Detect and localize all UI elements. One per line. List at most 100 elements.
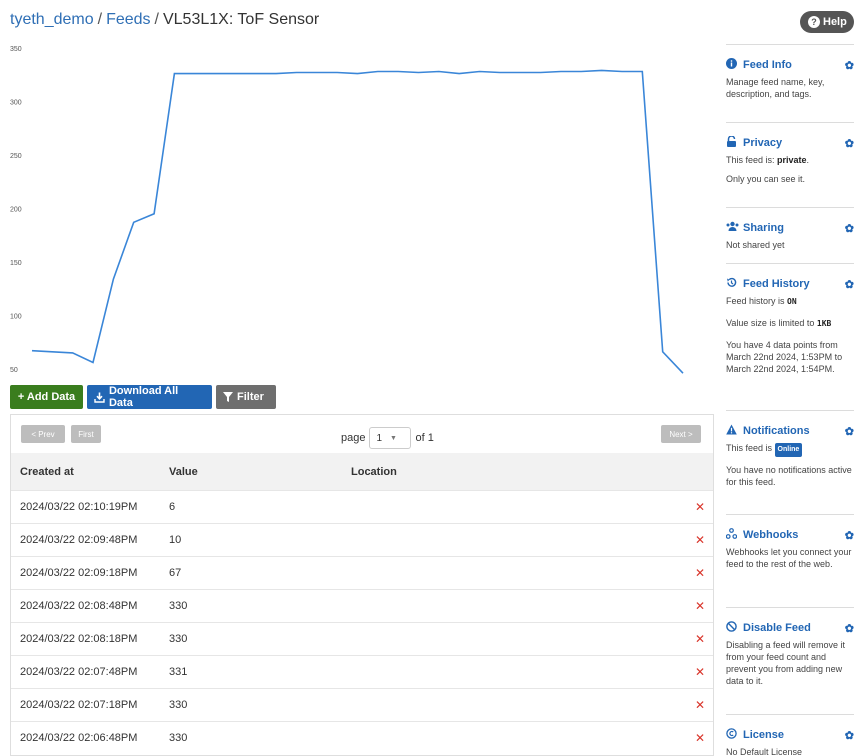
cell-created: 2024/03/22 02:08:48PM [20,600,138,612]
delete-row-icon[interactable]: ✕ [695,533,705,547]
sharing-text: Not shared yet [726,240,785,250]
header-value: Value [169,465,198,478]
data-table: < Prev First page 1 ▼ of 1 Next > Create… [10,414,714,756]
cell-value: 330 [169,732,188,744]
sharing-header: Sharing ✿ [726,221,854,235]
notifications-header: Notifications ✿ [726,424,854,438]
feed-info-section: Feed Info ✿ Manage feed name, key, descr… [726,44,854,100]
series-line [31,69,684,374]
history-points-text: You have 4 data points from March 22nd 2… [726,340,843,374]
download-all-button[interactable]: Download All Data [87,385,212,409]
table-row: 2024/03/22 02:08:48PM 330 ✕ [11,589,713,622]
webhook-icon [725,528,738,542]
table-header: Created at Value Location [11,453,713,490]
cell-created: 2024/03/22 02:09:48PM [20,534,138,546]
license-text: No Default License [726,747,803,756]
table-row: 2024/03/22 02:09:18PM 67 ✕ [11,556,713,589]
unlock-icon [726,135,738,150]
gear-icon[interactable]: ✿ [845,278,854,291]
table-row: 2024/03/22 02:07:18PM 330 ✕ [11,688,713,721]
cell-value: 6 [169,501,176,513]
delete-row-icon[interactable]: ✕ [695,698,705,712]
feed-history-header: Feed History ✿ [726,277,854,291]
privacy-header: Privacy ✿ [726,135,854,150]
delete-row-icon[interactable]: ✕ [695,566,705,580]
y-tick-label: 350 [10,46,22,53]
notifications-prefix: This feed is [726,443,775,453]
header-location: Location [351,465,397,478]
add-data-label: + Add Data [17,391,76,403]
webhooks-section: Webhooks ✿ Webhooks let you connect your… [725,514,854,570]
notifications-section: Notifications ✿ This feed is Online You … [726,410,854,488]
y-tick-label: 50 [10,367,18,374]
delete-row-icon[interactable]: ✕ [695,665,705,679]
filter-label: Filter [237,391,264,403]
disable-feed-section: Disable Feed ✿ Disabling a feed will rem… [726,607,854,687]
filter-button[interactable]: Filter [216,385,276,409]
table-row: 2024/03/22 02:07:48PM 331 ✕ [11,655,713,688]
gear-icon[interactable]: ✿ [845,729,854,742]
breadcrumb-separator: / [97,11,103,28]
cell-created: 2024/03/22 02:07:18PM [20,699,138,711]
y-tick-label: 250 [10,153,22,160]
help-button[interactable]: ? Help [800,11,854,33]
cell-value: 10 [169,534,182,546]
breadcrumb: tyeth_demo / Feeds / VL53L1X: ToF Sensor [10,11,319,29]
notifications-detail: You have no notifications active for thi… [726,465,852,487]
disable-feed-title[interactable]: Disable Feed [743,622,840,634]
table-row: 2024/03/22 02:08:18PM 330 ✕ [11,622,713,655]
delete-row-icon[interactable]: ✕ [695,632,705,646]
webhooks-title[interactable]: Webhooks [743,529,840,541]
page-select[interactable]: 1 ▼ [369,427,412,449]
feed-info-text: Manage feed name, key, description, and … [726,77,825,99]
gear-icon[interactable]: ✿ [845,222,854,235]
gear-icon[interactable]: ✿ [845,137,854,150]
line-chart: 50 100 150 200 250 300 350 [10,46,684,374]
privacy-status-text: This feed is: private. [726,154,854,166]
history-icon [726,277,738,291]
feed-chart: 50 100 150 200 250 300 350 [0,40,700,380]
webhooks-header: Webhooks ✿ [725,528,854,542]
y-tick-label: 200 [10,207,22,214]
next-page-button[interactable]: Next > [661,425,701,443]
history-size-text: Value size is limited to 1KB [726,317,854,330]
download-all-label: Download All Data [108,385,179,409]
info-icon [726,58,738,72]
feed-history-title[interactable]: Feed History [743,278,840,290]
cell-value: 330 [169,699,188,711]
sharing-section: Sharing ✿ Not shared yet [726,207,854,251]
gear-icon[interactable]: ✿ [845,59,854,72]
breadcrumb-user-link[interactable]: tyeth_demo [10,11,94,28]
feed-info-title[interactable]: Feed Info [743,59,840,71]
notifications-title[interactable]: Notifications [743,425,840,437]
breadcrumb-feeds-link[interactable]: Feeds [106,11,150,28]
license-header: License ✿ [726,728,854,742]
cell-value: 330 [169,633,188,645]
privacy-detail: Only you can see it. [726,174,806,184]
add-data-button[interactable]: + Add Data [10,385,83,409]
y-tick-label: 300 [10,100,22,107]
cell-value: 331 [169,666,188,678]
gear-icon[interactable]: ✿ [845,529,854,542]
gear-icon[interactable]: ✿ [845,425,854,438]
privacy-suffix: . [806,155,810,165]
privacy-title[interactable]: Privacy [743,137,840,149]
filter-icon [223,392,233,402]
history-size-prefix: Value size is limited to [726,318,817,328]
table-row: 2024/03/22 02:06:48PM 330 ✕ [11,721,713,754]
cell-created: 2024/03/22 02:07:48PM [20,666,138,678]
first-page-button[interactable]: First [71,425,101,443]
history-size: 1KB [816,319,832,328]
delete-row-icon[interactable]: ✕ [695,599,705,613]
license-section: License ✿ No Default License [726,714,854,756]
help-label: Help [823,16,847,28]
gear-icon[interactable]: ✿ [845,622,854,635]
cell-value: 330 [169,600,188,612]
pagination: < Prev First page 1 ▼ of 1 Next > [11,415,713,453]
prev-page-button[interactable]: < Prev [21,425,65,443]
license-title[interactable]: License [743,729,840,741]
delete-row-icon[interactable]: ✕ [695,500,705,514]
sharing-title[interactable]: Sharing [743,222,840,234]
delete-row-icon[interactable]: ✕ [695,731,705,745]
cell-created: 2024/03/22 02:08:18PM [20,633,138,645]
